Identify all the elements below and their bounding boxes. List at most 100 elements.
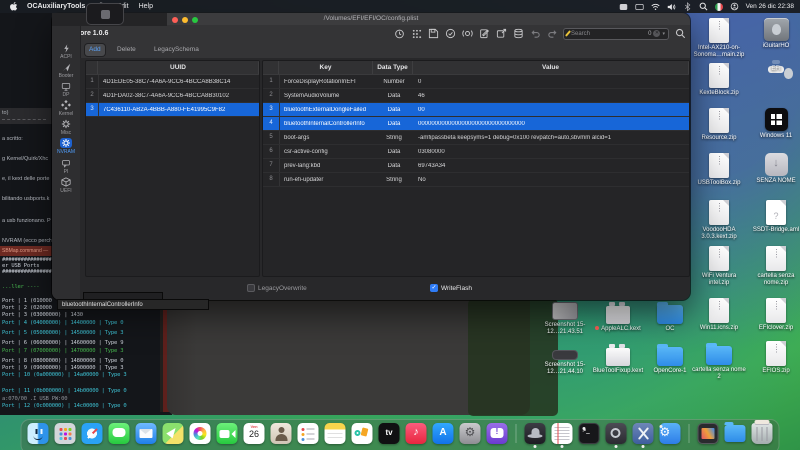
desktop-icon-zip[interactable]: VoodooHDA 3.0.3.kext.zip bbox=[692, 200, 746, 241]
dock-safari-icon[interactable] bbox=[82, 423, 103, 444]
sidebar-item-uefi[interactable]: UEFI bbox=[52, 177, 80, 196]
minimize-button[interactable] bbox=[182, 17, 188, 23]
sidebar-item-pi[interactable]: PI bbox=[52, 158, 80, 177]
search-input[interactable]: Search 0 ✕ ▾ bbox=[563, 28, 669, 40]
dock-system-settings-icon[interactable] bbox=[460, 423, 481, 444]
desktop-icon-kext[interactable]: AppleALC.kext bbox=[590, 302, 646, 333]
kv-row[interactable]: 8run-efi-updaterStringNo bbox=[263, 173, 689, 187]
dock-mail-icon[interactable] bbox=[136, 423, 157, 444]
desktop-icon-zip[interactable]: EFIOS.zip bbox=[749, 341, 800, 375]
active-app-menu[interactable]: OCAuxiliaryTools bbox=[27, 3, 85, 10]
kv-row-selected[interactable]: 4bluetoothInternalControllerInfoData0000… bbox=[263, 117, 689, 131]
desktop-icon-zip[interactable]: EFIclover.zip bbox=[749, 298, 800, 332]
edit-button[interactable] bbox=[478, 28, 490, 40]
hex-view-button[interactable] bbox=[410, 28, 422, 40]
dock-launchpad-icon[interactable] bbox=[55, 423, 76, 444]
dock-feedback-assistant-icon[interactable] bbox=[487, 423, 508, 444]
dock-messages-icon[interactable] bbox=[109, 423, 130, 444]
kv-row[interactable]: 7prev-lang:kbdData69743A34 bbox=[263, 159, 689, 173]
dock-music-icon[interactable] bbox=[406, 423, 427, 444]
dock-notes-icon[interactable] bbox=[325, 423, 346, 444]
dock-downloads-folder-icon[interactable] bbox=[725, 425, 746, 442]
sidebar-item-dp[interactable]: DP bbox=[52, 81, 80, 100]
control-center-icon[interactable] bbox=[730, 2, 739, 11]
desktop-icon-drive[interactable]: iGuitarHO bbox=[749, 18, 800, 50]
desktop-icon-folder[interactable]: OC bbox=[645, 300, 695, 333]
dock-maps-icon[interactable] bbox=[163, 423, 184, 444]
desktop-icon-screenshot[interactable]: Screenshot 15-12…21.44.10 bbox=[539, 350, 591, 376]
tab-add[interactable]: Add bbox=[85, 44, 105, 56]
dock-ocauxiliarytools-icon[interactable] bbox=[633, 423, 654, 444]
desktop-icon-screenshot[interactable]: Screenshot 15-12…21.43.51 bbox=[539, 302, 591, 336]
history-button[interactable] bbox=[393, 28, 405, 40]
dock-textedit-icon[interactable] bbox=[552, 423, 573, 444]
uuid-row-selected[interactable]: 37C436110-AB2A-4BBB-A880-FE41995C9F82 bbox=[86, 103, 259, 117]
kv-row[interactable]: 1ForceDisplayRotationInEFINumber0 bbox=[263, 75, 689, 89]
dock-photos-icon[interactable] bbox=[190, 423, 211, 444]
tab-legacyschema[interactable]: LegacySchema bbox=[150, 44, 203, 56]
chevron-down-icon[interactable]: ▾ bbox=[662, 31, 665, 37]
wifi-icon[interactable] bbox=[651, 2, 660, 11]
dock-appstore-icon[interactable] bbox=[433, 423, 454, 444]
undo-button[interactable] bbox=[529, 28, 541, 40]
uuid-row[interactable]: 14D1EDE05-38C7-4A6A-9CC6-4BCCA8B38C14 bbox=[86, 75, 259, 89]
save-button[interactable] bbox=[427, 28, 439, 40]
sidebar-item-kernel[interactable]: Kernel bbox=[52, 100, 80, 119]
input-language-flag-icon[interactable] bbox=[715, 3, 723, 11]
close-button[interactable] bbox=[172, 17, 178, 23]
legacy-overwrite-checkbox[interactable]: LegacyOverwrite bbox=[247, 284, 307, 292]
desktop-icon-folder[interactable]: OpenCore-1 bbox=[645, 342, 695, 375]
desktop-icon-windows[interactable]: Windows 11 bbox=[749, 108, 800, 140]
kv-row[interactable]: 2SystemAudioVolumeData46 bbox=[263, 89, 689, 103]
dock-kext-tool-icon[interactable] bbox=[660, 423, 681, 444]
dock-finder-icon[interactable] bbox=[28, 423, 49, 444]
sidebar-item-booter[interactable]: Booter bbox=[52, 62, 80, 81]
dock-reminders-icon[interactable] bbox=[298, 423, 319, 444]
desktop-icon-kext[interactable]: BlueToolFixup.kext bbox=[590, 344, 646, 375]
write-flash-checkbox[interactable]: ✓WriteFlash bbox=[430, 284, 472, 292]
redo-button[interactable] bbox=[546, 28, 558, 40]
desktop-icon-aml[interactable]: SSDT-Bridge.aml bbox=[749, 200, 800, 234]
volume-icon[interactable] bbox=[667, 2, 676, 11]
bluetooth-icon[interactable] bbox=[683, 2, 692, 11]
sidebar-item-misc[interactable]: Misc bbox=[52, 119, 80, 138]
apple-menu-icon[interactable] bbox=[10, 2, 18, 11]
uuid-row[interactable]: 24D1FDA02-38C7-4A6A-9CC6-4BCCA8B30102 bbox=[86, 89, 259, 103]
dock-contacts-icon[interactable] bbox=[271, 423, 292, 444]
dock-calendar-icon[interactable]: Ven26 bbox=[244, 423, 265, 444]
desktop-icon-zip[interactable]: Resource.zip bbox=[692, 108, 746, 142]
dock-preview-window-icon[interactable] bbox=[698, 423, 719, 444]
keybo​ard-icon[interactable] bbox=[635, 2, 644, 11]
menu-bar-clock[interactable]: Ven 26 dic 22:38 bbox=[746, 3, 794, 10]
desktop-icon-zip[interactable]: cartella senza nome.zip bbox=[749, 246, 800, 287]
desktop-icon-download[interactable]: SENZA NOME bbox=[749, 153, 800, 185]
spotlight-icon[interactable] bbox=[699, 2, 708, 11]
desktop-icon-zip[interactable]: Win11.icns.zip bbox=[692, 298, 746, 332]
floating-thumbnail[interactable] bbox=[86, 3, 124, 25]
kv-row[interactable]: 6csr-active-configData03080000 bbox=[263, 145, 689, 159]
clear-search-icon[interactable]: ✕ bbox=[653, 30, 660, 37]
kv-row-selected[interactable]: 3bluetoothExternalDongleFailedData00 bbox=[263, 103, 689, 117]
dock-freeform-icon[interactable] bbox=[352, 423, 373, 444]
tab-delete[interactable]: Delete bbox=[113, 44, 140, 56]
desktop-icon-zip[interactable]: KexteBlock.zip bbox=[692, 63, 746, 97]
desktop-icon-zip[interactable]: Intel-AX210-on-Sonoma…main.zip bbox=[692, 18, 746, 59]
desktop-icon-folder[interactable]: cartella senza nome 2 bbox=[692, 341, 746, 381]
desktop-icon-efi-drive[interactable]: EFI bbox=[749, 60, 800, 73]
dock-hackintool-icon[interactable] bbox=[525, 423, 546, 444]
dock-appletv-icon[interactable] bbox=[379, 423, 400, 444]
sidebar-item-acpi[interactable]: ACPI bbox=[52, 43, 80, 62]
menu-help[interactable]: Help bbox=[139, 3, 153, 10]
validate-button[interactable] bbox=[444, 28, 456, 40]
desktop-icon-zip[interactable]: USBToolBox.zip bbox=[692, 153, 746, 187]
dock-terminal-icon[interactable] bbox=[579, 423, 600, 444]
refresh-button[interactable] bbox=[461, 28, 473, 40]
export-button[interactable] bbox=[495, 28, 507, 40]
dock-config-tool-icon[interactable] bbox=[606, 423, 627, 444]
find-button[interactable] bbox=[674, 28, 686, 40]
screen-mirroring-icon[interactable] bbox=[619, 2, 628, 11]
desktop-icon-zip[interactable]: WiFi Ventura intel.zip bbox=[692, 246, 746, 287]
kv-row[interactable]: 5boot-argsString-amfipassbeta keepsyms=1… bbox=[263, 131, 689, 145]
dock-trash-icon[interactable] bbox=[752, 423, 773, 444]
sidebar-item-nvram[interactable]: NVRAM bbox=[52, 138, 80, 157]
